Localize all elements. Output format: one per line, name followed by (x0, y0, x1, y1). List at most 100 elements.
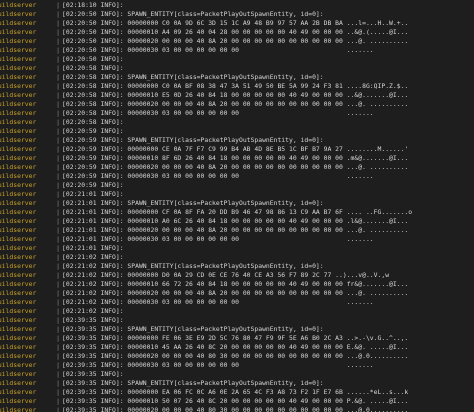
log-line: buildserver |[02:20:59 INFO]: SPAWN_ENTIT… (0, 136, 474, 145)
log-separator: | (56, 334, 60, 342)
log-message: [02:39:35 INFO]: 00000000 EA 06 FC 0C A6… (62, 388, 409, 396)
log-separator: | (56, 28, 60, 36)
log-message: [02:20:59 INFO]: 00000010 8F 6D 26 40 84… (62, 154, 409, 162)
log-message: [02:21:01 INFO]: SPAWN_ENTITY[class=Pack… (62, 199, 324, 207)
log-separator: | (56, 253, 60, 261)
log-line: buildserver |[02:20:59 INFO]: 00000030 03… (0, 172, 474, 181)
log-line: buildserver |[02:20:58 INFO]: SPAWN_ENTIT… (0, 73, 474, 82)
log-message: [02:39:35 INFO]: SPAWN_ENTITY[class=Pack… (62, 379, 324, 387)
log-message: [02:39:35 INFO]: 00000000 FE 06 3E E9 2D… (62, 334, 409, 342)
terminal-log[interactable]: buildserver|[02:18:10 INFO]:buildserver|… (0, 0, 474, 412)
log-service-name: buildserver (0, 316, 37, 324)
log-line: buildserver |[02:39:35 INFO]: 00000010 45… (0, 343, 474, 352)
log-service-name: buildserver (0, 226, 37, 234)
log-message: [02:39:35 INFO]: 00000020 00 00 00 40 80… (62, 352, 409, 360)
log-message: [02:20:59 INFO]: 00000000 CE 0A 7F F7 C9… (62, 145, 409, 153)
log-line: buildserver |[02:20:58 INFO]: (0, 64, 474, 73)
log-service-name: buildserver (0, 154, 37, 162)
log-service-name: buildserver (0, 388, 37, 396)
log-message: [02:20:50 INFO]: 00000000 C0 0A 9D 6C 3D… (62, 19, 409, 27)
log-separator: | (56, 127, 60, 135)
log-line: buildserver |[02:18:10 INFO]: (0, 1, 474, 10)
log-message: [02:20:50 INFO]: SPAWN_ENTITY[class=Pack… (62, 10, 324, 18)
log-line: buildserver |[02:21:02 INFO]: 00000010 66… (0, 280, 474, 289)
log-message: [02:39:35 INFO]: (62, 316, 124, 324)
log-service-name: buildserver (0, 127, 37, 135)
log-separator: | (56, 100, 60, 108)
log-separator: | (56, 307, 60, 315)
log-message: [02:20:58 INFO]: (62, 64, 124, 72)
log-message: [02:21:01 INFO]: 00000020 00 00 00 40 8A… (62, 226, 409, 234)
log-service-name: buildserver (0, 343, 37, 351)
log-separator: | (56, 118, 60, 126)
log-separator: | (56, 82, 60, 90)
log-line: buildserver |[02:21:01 INFO]: SPAWN_ENTIT… (0, 199, 474, 208)
log-separator: | (56, 208, 60, 216)
log-service-name: buildserver (0, 244, 37, 252)
log-separator: | (56, 10, 60, 18)
log-service-name: buildserver (0, 37, 37, 45)
log-separator: | (56, 370, 60, 378)
log-service-name: buildserver (0, 199, 37, 207)
log-message: [02:21:01 INFO]: (62, 190, 124, 198)
log-message: [02:39:35 INFO]: (62, 370, 124, 378)
log-service-name: buildserver (0, 208, 37, 216)
log-message: [02:20:58 INFO]: SPAWN_ENTITY[class=Pack… (62, 73, 324, 81)
log-service-name: buildserver (0, 307, 37, 315)
log-separator: | (56, 379, 60, 387)
log-service-name: buildserver (0, 280, 37, 288)
log-separator: | (56, 325, 60, 333)
log-line: buildserver |[02:39:35 INFO]: SPAWN_ENTIT… (0, 379, 474, 388)
log-line: buildserver |[02:20:58 INFO]: 00000030 03… (0, 109, 474, 118)
log-service-name: buildserver (0, 271, 37, 279)
log-service-name: buildserver (0, 172, 37, 180)
log-line: buildserver |[02:21:02 INFO]: SPAWN_ENTIT… (0, 262, 474, 271)
log-message: [02:21:02 INFO]: 00000010 66 72 26 40 84… (62, 280, 409, 288)
log-separator: | (56, 217, 60, 225)
log-separator: | (56, 361, 60, 369)
log-separator: | (56, 226, 60, 234)
log-message: [02:21:01 INFO]: (62, 244, 124, 252)
log-message: [02:20:58 INFO]: 00000000 C0 0A BF 08 38… (62, 82, 409, 90)
log-separator: | (56, 19, 60, 27)
log-service-name: buildserver (0, 217, 37, 225)
log-message: [02:21:02 INFO]: 00000030 03 00 00 00 00… (62, 298, 374, 306)
log-line: buildserver |[02:21:02 INFO]: (0, 253, 474, 262)
log-separator: | (56, 163, 60, 171)
log-service-name: buildserver (0, 64, 37, 72)
log-service-name: buildserver (0, 235, 37, 243)
log-service-name: buildserver (0, 352, 37, 360)
log-separator: | (56, 262, 60, 270)
log-line: buildserver |[02:21:01 INFO]: 00000020 00… (0, 226, 474, 235)
log-separator: | (56, 280, 60, 288)
log-service-name: buildserver (0, 55, 37, 63)
log-service-name: buildserver (0, 298, 37, 306)
log-message: [02:21:01 INFO]: 00000010 A0 6C 26 40 84… (62, 217, 409, 225)
log-service-name: buildserver (0, 163, 37, 171)
log-message: [02:20:58 INFO]: 00000010 E5 0D 26 40 84… (62, 91, 409, 99)
log-service-name: buildserver (0, 262, 37, 270)
log-service-name: buildserver (0, 361, 37, 369)
log-separator: | (56, 55, 60, 63)
log-line: buildserver |[02:39:35 INFO]: 00000010 50… (0, 397, 474, 406)
log-message: [02:20:59 INFO]: 00000030 03 00 00 00 00… (62, 172, 374, 180)
log-separator: | (56, 64, 60, 72)
log-service-name: buildserver (0, 145, 37, 153)
log-line: buildserver |[02:21:01 INFO]: (0, 190, 474, 199)
log-line: buildserver |[02:20:50 INFO]: (0, 55, 474, 64)
log-message: [02:39:35 INFO]: 00000010 50 07 26 40 8C… (62, 397, 409, 405)
log-separator: | (56, 181, 60, 189)
log-service-name: buildserver (0, 190, 37, 198)
log-line: buildserver |[02:20:58 INFO]: 00000010 E5… (0, 91, 474, 100)
log-separator: | (56, 343, 60, 351)
log-service-name: buildserver (0, 325, 37, 333)
log-service-name: buildserver (0, 406, 37, 412)
log-separator: | (56, 136, 60, 144)
log-separator: | (56, 244, 60, 252)
log-separator: | (56, 1, 60, 9)
log-message: [02:21:02 INFO]: (62, 307, 124, 315)
log-separator: | (56, 172, 60, 180)
log-separator: | (56, 352, 60, 360)
log-service-name: buildserver (0, 379, 37, 387)
log-separator: | (56, 235, 60, 243)
